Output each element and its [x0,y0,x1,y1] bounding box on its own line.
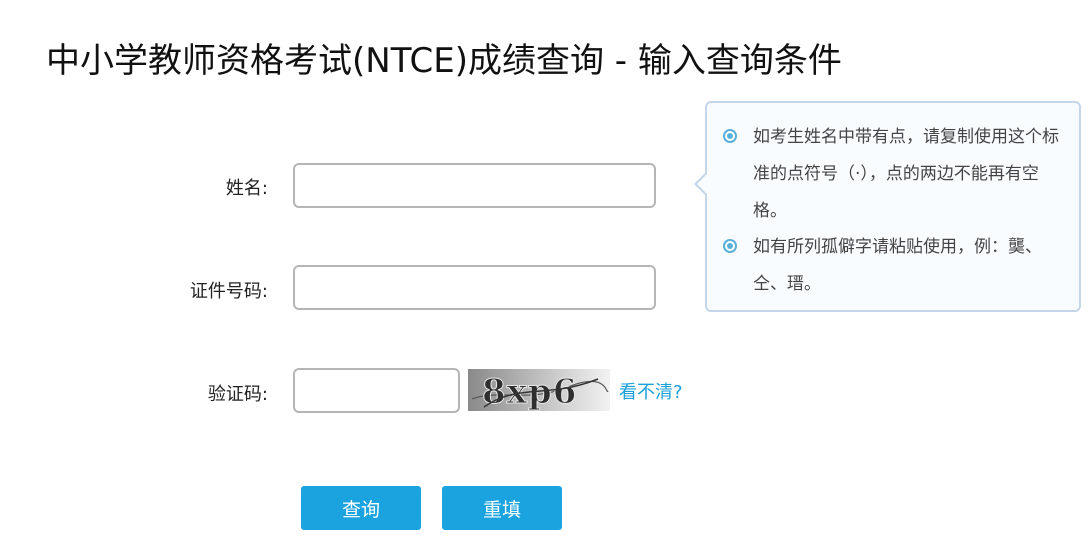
query-button[interactable]: 查询 [301,486,421,530]
tip-text: 如有所列孤僻字请粘贴使用，例：龑、仝、瑨。 [753,237,1042,294]
id-number-input[interactable] [293,265,656,310]
captcha-graphic: 8xp6 [471,372,609,411]
radio-bullet-icon [723,129,737,143]
reset-button[interactable]: 重填 [442,486,562,530]
captcha-refresh-link[interactable]: 看不清? [619,378,683,404]
captcha-label: 验证码: [207,384,268,405]
tip-text: 如考生姓名中带有点，请复制使用这个标准的点符号（·），点的两边不能再有空格。 [753,127,1059,221]
captcha-input[interactable] [293,368,460,413]
page-title: 中小学教师资格考试(NTCE)成绩查询 - 输入查询条件 [46,41,842,81]
score-query-page: 中小学教师资格考试(NTCE)成绩查询 - 输入查询条件 姓名: 证件号码: 验… [0,0,1092,549]
input-hint-tooltip: 如考生姓名中带有点，请复制使用这个标准的点符号（·），点的两边不能再有空格。 如… [694,101,1081,312]
id-number-label: 证件号码: [189,281,268,302]
name-input[interactable] [293,163,656,208]
tooltip-arrow-fill [697,173,708,195]
captcha-image[interactable]: 8xp6 [468,369,610,411]
name-label: 姓名: [225,178,268,199]
radio-bullet-icon [723,239,737,253]
tip-item-dot-symbol: 如考生姓名中带有点，请复制使用这个标准的点符号（·），点的两边不能再有空格。 [723,119,1069,230]
tip-item-rare-chars: 如有所列孤僻字请粘贴使用，例：龑、仝、瑨。 [723,229,1069,303]
